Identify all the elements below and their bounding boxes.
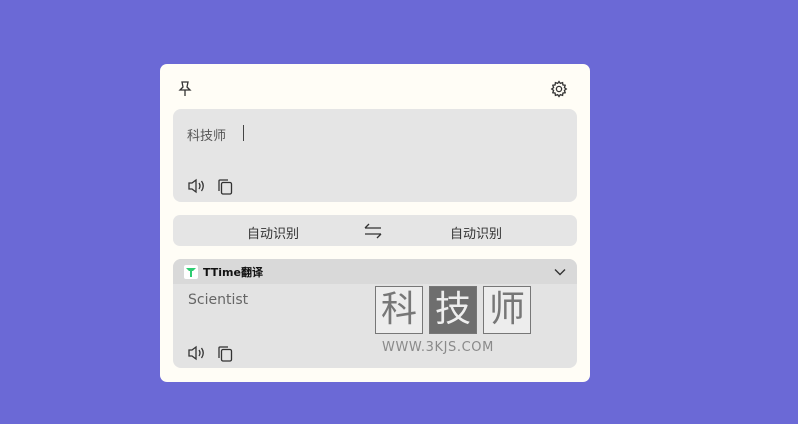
copy-icon (218, 346, 233, 362)
source-language-select[interactable]: 自动识别 (247, 223, 299, 242)
result-copy-button[interactable] (216, 345, 234, 363)
language-bar: 自动识别 自动识别 (173, 215, 577, 246)
service-name: TTime翻译 (203, 266, 263, 279)
target-language-select[interactable]: 自动识别 (450, 223, 502, 242)
watermark-char: 技 (429, 286, 477, 334)
speaker-icon (188, 345, 204, 361)
text-cursor (243, 125, 244, 141)
watermark: 科 技 师 WWW.3KJS.COM (375, 286, 532, 358)
pin-icon (178, 81, 192, 96)
pin-button[interactable] (174, 78, 196, 100)
watermark-char: 师 (483, 286, 531, 334)
source-text-panel: 科技师 (173, 109, 577, 202)
watermark-url: WWW.3KJS.COM (382, 340, 494, 355)
translation-text: Scientist (188, 292, 249, 308)
swap-languages-button[interactable] (363, 221, 383, 241)
swap-arrows-icon (364, 223, 382, 239)
copy-icon (218, 179, 233, 195)
watermark-char: 科 (375, 286, 423, 334)
settings-button[interactable] (548, 78, 570, 100)
speaker-icon (188, 178, 204, 194)
service-header[interactable]: TTime翻译 (173, 259, 577, 284)
ttime-logo-icon (184, 265, 198, 279)
result-speak-button[interactable] (187, 344, 207, 362)
chevron-down-icon[interactable] (553, 265, 567, 279)
source-text-input[interactable]: 科技师 (187, 125, 547, 144)
source-speak-button[interactable] (187, 177, 207, 195)
source-copy-button[interactable] (216, 178, 234, 196)
gear-icon (550, 80, 568, 98)
